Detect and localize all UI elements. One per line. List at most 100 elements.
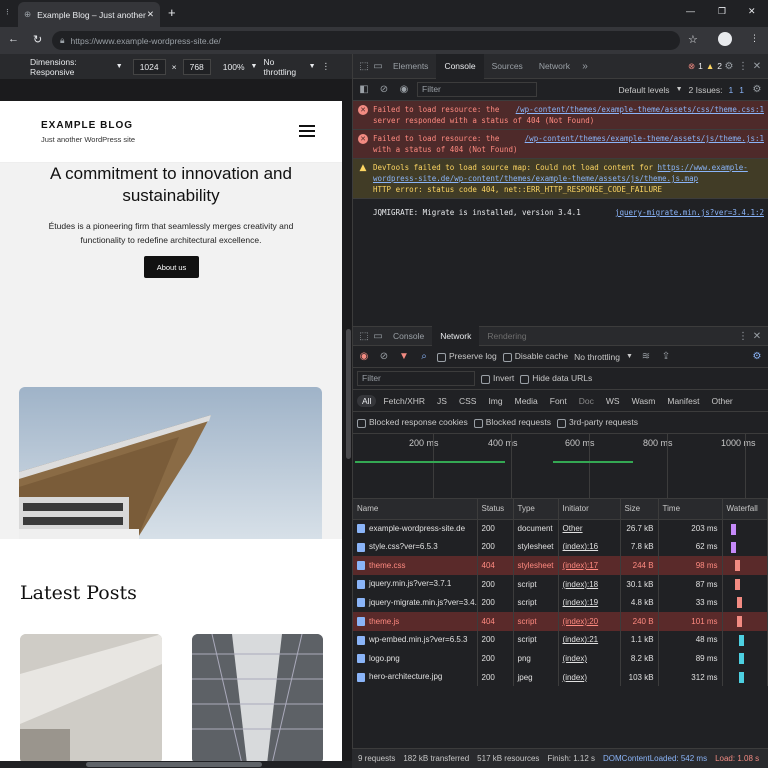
source-link[interactable]: /wp-content/themes/example-theme/assets/… <box>516 104 764 115</box>
console-settings-icon[interactable]: ⚙ <box>750 83 764 97</box>
request-name[interactable]: jquery.min.js?ver=3.7.1 <box>353 574 478 594</box>
device-more-icon[interactable]: ⋮ <box>322 61 331 72</box>
network-overview-timeline[interactable]: 200 ms 400 ms 600 ms 800 ms 1000 ms <box>353 434 768 499</box>
drawer-tab-console[interactable]: Console <box>385 326 432 346</box>
network-filter-input[interactable]: Filter <box>357 371 475 386</box>
devtools-more-icon[interactable]: ⋮ <box>736 59 750 73</box>
minimize-icon[interactable]: — <box>686 6 695 16</box>
table-row[interactable]: theme.css 404 stylesheet (index):17 244 B 98 … <box>353 556 768 575</box>
col-time[interactable]: Time <box>658 499 723 520</box>
filter-js[interactable]: JS <box>432 395 452 407</box>
search-icon[interactable]: ⌕ <box>417 350 431 364</box>
reload-icon[interactable]: ↻ <box>33 33 42 46</box>
request-name[interactable]: logo.png <box>353 649 478 668</box>
tab-console[interactable]: Console <box>436 53 484 79</box>
request-initiator[interactable]: Other <box>558 519 621 538</box>
back-icon[interactable]: ← <box>8 33 19 45</box>
new-tab-icon[interactable]: + <box>168 5 176 20</box>
clear-console-icon[interactable]: ⊘ <box>377 83 391 97</box>
blocked-requests-checkbox[interactable]: Blocked requests <box>473 417 551 428</box>
post-thumbnail[interactable] <box>20 634 162 761</box>
request-initiator[interactable]: (index) <box>558 649 621 668</box>
table-row[interactable]: logo.png 200 png (index) 8.2 kB 89 ms <box>353 649 768 668</box>
width-input[interactable]: 1024 <box>132 58 166 75</box>
source-link[interactable]: jquery-migrate.min.js?ver=3.4.1:2 <box>615 207 764 218</box>
filter-manifest[interactable]: Manifest <box>662 395 704 407</box>
request-initiator[interactable]: (index) <box>558 667 621 687</box>
col-status[interactable]: Status <box>477 499 514 520</box>
col-size[interactable]: Size <box>620 499 659 520</box>
sidebar-toggle-icon[interactable]: ◧ <box>357 83 371 97</box>
request-initiator[interactable]: (index):21 <box>558 630 621 650</box>
url-field[interactable]: 🔒︎ https://www.example-wordpress-site.de… <box>52 31 680 50</box>
col-type[interactable]: Type <box>513 499 559 520</box>
window-close-icon[interactable]: ✕ <box>748 6 756 17</box>
menu-kebab-icon[interactable]: ⋮ <box>750 33 759 44</box>
tab-network[interactable]: Network <box>531 54 578 79</box>
request-name[interactable]: style.css?ver=6.5.3 <box>353 537 478 557</box>
issues-count-b[interactable]: 1 <box>739 85 744 95</box>
issues-label[interactable]: 2 Issues: <box>689 85 723 95</box>
disable-cache-checkbox[interactable]: Disable cache <box>502 351 568 362</box>
table-row[interactable]: hero-architecture.jpg 200 jpeg (index) 103 k… <box>353 667 768 687</box>
filter-ws[interactable]: WS <box>601 395 625 407</box>
tab-search-icon[interactable]: ⁝ <box>6 7 9 18</box>
filter-fetch-xhr[interactable]: Fetch/XHR <box>378 395 430 407</box>
network-settings-icon[interactable]: ⚙ <box>750 350 764 364</box>
source-link[interactable]: /wp-content/themes/example-theme/assets/… <box>525 133 764 144</box>
post-thumbnail[interactable] <box>192 634 323 761</box>
request-name[interactable]: example-wordpress-site.de <box>353 519 478 538</box>
col-waterfall[interactable]: Waterfall <box>722 499 768 520</box>
col-name[interactable]: Name <box>353 499 478 520</box>
col-initiator[interactable]: Initiator <box>558 499 621 520</box>
viewport-scrollbar-horizontal[interactable] <box>0 761 352 768</box>
viewport-scrollbar-vertical[interactable] <box>345 101 352 761</box>
record-icon[interactable]: ◉ <box>357 350 371 364</box>
hamburger-menu-icon[interactable] <box>299 125 315 137</box>
zoom-select[interactable]: 100% <box>223 62 245 72</box>
table-row[interactable]: jquery-migrate.min.js?ver=3.4.1 200 script… <box>353 593 768 612</box>
close-drawer-icon[interactable]: ✕ <box>750 329 764 343</box>
invert-checkbox[interactable]: Invert <box>481 373 514 384</box>
filter-other[interactable]: Other <box>707 395 738 407</box>
request-name[interactable]: theme.js <box>353 611 478 631</box>
request-initiator[interactable]: (index):19 <box>558 593 621 612</box>
tab-elements[interactable]: Elements <box>385 54 436 79</box>
bookmark-star-icon[interactable]: ☆ <box>688 33 698 46</box>
default-levels-select[interactable]: Default levels <box>619 85 670 95</box>
request-name[interactable]: jquery-migrate.min.js?ver=3.4.1 <box>353 593 478 612</box>
table-row[interactable]: wp-embed.min.js?ver=6.5.3 200 script (index… <box>353 630 768 650</box>
browser-tab[interactable]: ⊕ Example Blog – Just another Wor ✕ <box>18 2 160 27</box>
more-tabs-icon[interactable]: » <box>578 59 592 73</box>
inspect-element-icon[interactable]: ⬚ <box>357 59 371 73</box>
issues-count-a[interactable]: 1 <box>729 85 734 95</box>
settings-gear-icon[interactable]: ⚙ <box>722 59 736 73</box>
blocked-cookies-checkbox[interactable]: Blocked response cookies <box>357 417 468 428</box>
wifi-icon[interactable]: ≋ <box>639 350 653 364</box>
hide-data-urls-checkbox[interactable]: Hide data URLs <box>520 373 592 384</box>
close-devtools-icon[interactable]: ✕ <box>750 59 764 73</box>
dimensions-select[interactable]: Dimensions: Responsive <box>30 57 110 77</box>
about-us-button[interactable]: About us <box>144 256 199 278</box>
request-initiator[interactable]: (index):16 <box>558 537 621 557</box>
drawer-more-icon[interactable]: ⋮ <box>736 329 750 343</box>
request-name[interactable]: wp-embed.min.js?ver=6.5.3 <box>353 630 478 650</box>
filter-wasm[interactable]: Wasm <box>627 395 661 407</box>
filter-css[interactable]: CSS <box>454 395 481 407</box>
table-row[interactable]: example-wordpress-site.de 200 document Othe… <box>353 519 768 538</box>
network-throttle-select[interactable]: No throttling <box>574 352 620 362</box>
site-title[interactable]: EXAMPLE BLOG <box>41 120 133 131</box>
drawer-device-icon[interactable]: ▭ <box>371 329 385 343</box>
drawer-tab-network[interactable]: Network <box>432 326 480 346</box>
device-toggle-icon[interactable]: ▭ <box>371 59 385 73</box>
filter-font[interactable]: Font <box>545 395 572 407</box>
filter-all[interactable]: All <box>357 394 377 407</box>
close-tab-icon[interactable]: ✕ <box>147 9 154 20</box>
throttle-select[interactable]: No throttling <box>263 57 302 77</box>
console-filter-input[interactable]: Filter <box>417 82 537 97</box>
clear-network-icon[interactable]: ⊘ <box>377 350 391 364</box>
request-initiator[interactable]: (index):20 <box>558 611 621 631</box>
profile-avatar[interactable] <box>718 32 732 46</box>
filter-funnel-icon[interactable]: ▼ <box>397 350 411 364</box>
request-name[interactable]: theme.css <box>353 556 478 575</box>
